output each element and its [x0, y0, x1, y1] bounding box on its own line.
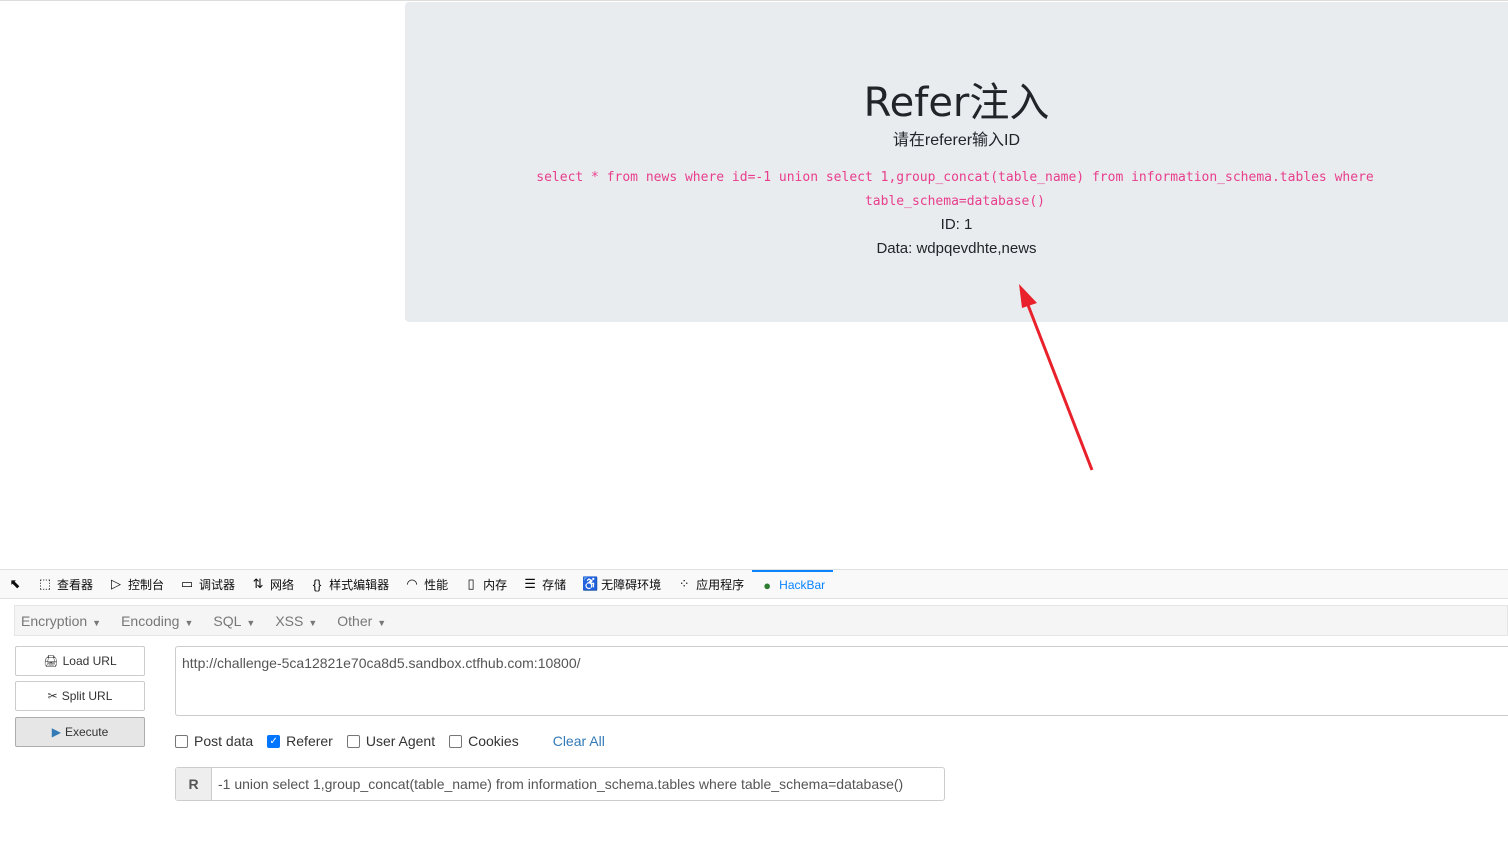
devtools-tab-7[interactable]: ☰ 存储	[515, 570, 574, 598]
devtools-toolbar: ⬉ ⬚ 查看器 ▷ 控制台 ▭ 调试器 ⇅ 网络{} 样式编辑器 ◠ 性能 ▯ 内存 ☰ 存储 ♿ 无障碍环境 ⁘…	[0, 569, 1508, 599]
menu-label: Other	[337, 612, 373, 629]
devtools-tab-2[interactable]: ▭ 调试器	[172, 570, 243, 598]
devtools-tab-label: 调试器	[199, 577, 236, 592]
caret-down-icon: ▼	[377, 617, 387, 628]
menu-encoding[interactable]: Encoding ▼	[121, 613, 193, 629]
accessibility-icon: ♿	[582, 576, 599, 591]
devtools-tab-8[interactable]: ♿ 无障碍环境	[574, 570, 669, 598]
checkbox-user-agent[interactable]: User Agent	[346, 733, 436, 749]
devtools-tab-4[interactable]: {} 样式编辑器	[302, 570, 397, 598]
load-url-button[interactable]: 🖨 Load URL	[15, 646, 145, 676]
referer-field: R -1 union select 1,group_concat(table_n…	[175, 767, 945, 801]
referer-label: R	[176, 768, 212, 800]
menu-label: XSS	[275, 612, 304, 629]
scissors-icon: ✂	[47, 689, 58, 703]
caret-down-icon: ▼	[92, 617, 102, 628]
menu-xss[interactable]: XSS ▼	[275, 613, 317, 629]
application-icon: ⁘	[678, 576, 690, 591]
devtools-tab-label: 控制台	[128, 577, 165, 592]
devtools-tab-5[interactable]: ◠ 性能	[397, 570, 456, 598]
hackbar-menu: Encryption ▼ Encoding ▼ SQL ▼ XSS ▼ Other ▼	[14, 605, 1508, 636]
checkbox-box[interactable]: ✓	[267, 734, 281, 748]
checkbox-label: Referer	[286, 733, 333, 749]
checkbox-label: Cookies	[468, 733, 519, 749]
debugger-icon: ▭	[180, 576, 194, 591]
devtools-tab-3[interactable]: ⇅ 网络	[243, 570, 302, 598]
devtools-tab-label: 应用程序	[696, 577, 745, 592]
devtools-tab-label: 网络	[270, 577, 295, 592]
execute-button[interactable]: ▶ Execute	[15, 717, 145, 747]
caret-down-icon: ▼	[308, 617, 318, 628]
options-row: Post data ✓ Referer User Agent Cookies Clear …	[175, 733, 605, 749]
devtools-tab-1[interactable]: ▷ 控制台	[101, 570, 172, 598]
devtools-tab-10[interactable]: ● HackBar	[752, 570, 834, 598]
url-input[interactable]: http://challenge-5ca12821e70ca8d5.sandbo…	[175, 646, 1508, 716]
style-editor-icon: {}	[312, 576, 322, 592]
devtools-tab-label: 性能	[424, 577, 449, 592]
devtools-tab-label: 存储	[542, 577, 567, 592]
menu-label: Encoding	[121, 612, 180, 629]
menu-label: Encryption	[21, 612, 88, 629]
element-picker-button[interactable]: ⬉	[0, 570, 30, 598]
clear-all-link[interactable]: Clear All	[553, 733, 605, 749]
caret-down-icon: ▼	[246, 617, 256, 628]
annotation-arrow	[1019, 284, 1094, 471]
checkbox-post-data[interactable]: Post data	[175, 733, 253, 749]
network-icon: ⇅	[252, 576, 264, 591]
checkbox-box[interactable]	[346, 734, 360, 748]
load-url-icon: 🖨	[43, 654, 59, 668]
devtools-tab-label: HackBar	[779, 578, 826, 592]
menu-other[interactable]: Other ▼	[337, 613, 386, 629]
play-icon: ▶	[51, 725, 61, 739]
devtools-tab-9[interactable]: ⁘ 应用程序	[669, 570, 752, 598]
memory-icon: ▯	[467, 576, 475, 591]
devtools-tab-0[interactable]: ⬚ 查看器	[30, 570, 101, 598]
menu-label: SQL	[213, 612, 242, 629]
hackbar-icon: ●	[763, 577, 772, 593]
checkbox-box[interactable]	[175, 734, 188, 748]
checkbox-cookies[interactable]: Cookies	[449, 733, 519, 749]
checkbox-referer[interactable]: ✓ Referer	[267, 733, 333, 749]
referer-input[interactable]: -1 union select 1,group_concat(table_nam…	[212, 768, 909, 800]
console-icon: ▷	[111, 576, 122, 591]
performance-icon: ◠	[406, 576, 418, 591]
checkbox-box[interactable]	[449, 734, 463, 748]
devtools-tab-label: 无障碍环境	[601, 577, 662, 592]
inspector-icon: ⬚	[38, 576, 52, 591]
checkbox-label: User Agent	[365, 733, 436, 749]
menu-sql[interactable]: SQL ▼	[213, 613, 255, 629]
devtools-tab-label: 内存	[483, 577, 508, 592]
caret-down-icon: ▼	[184, 617, 194, 628]
storage-icon: ☰	[524, 576, 536, 591]
devtools-tab-label: 查看器	[57, 577, 94, 592]
split-url-button[interactable]: ✂ Split URL	[15, 681, 145, 711]
devtools-tab-label: 样式编辑器	[329, 577, 390, 592]
menu-encryption[interactable]: Encryption ▼	[21, 613, 101, 629]
checkbox-label: Post data	[194, 733, 254, 749]
devtools-tab-6[interactable]: ▯ 内存	[456, 570, 515, 598]
